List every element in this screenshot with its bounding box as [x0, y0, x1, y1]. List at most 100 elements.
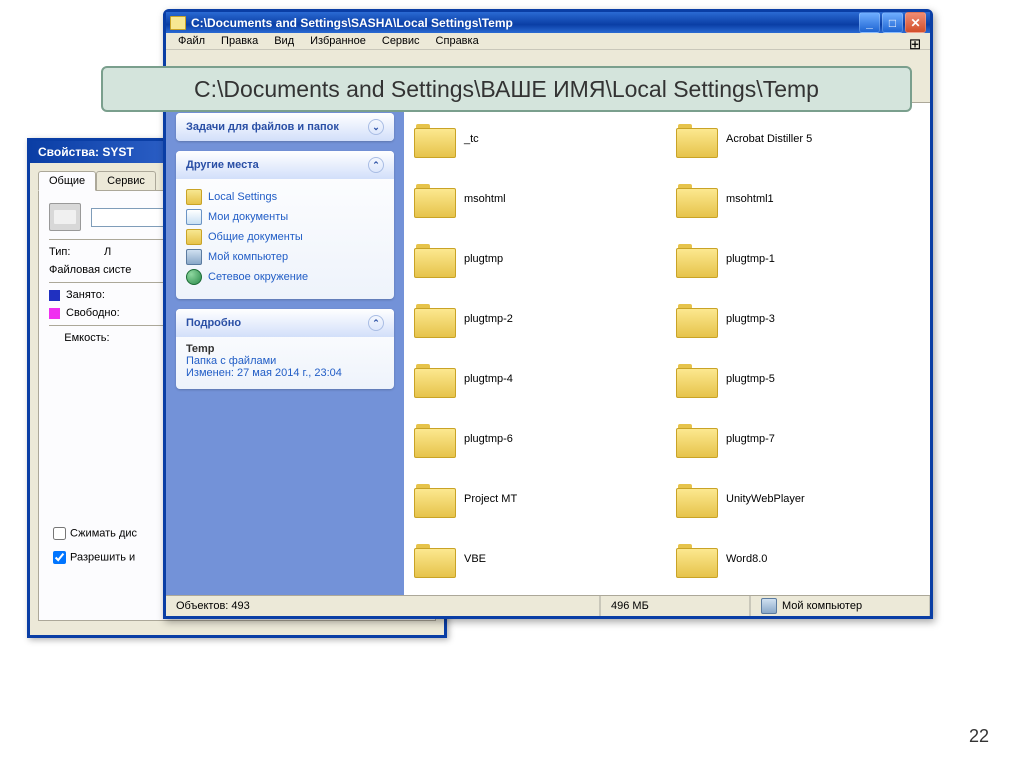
- folder-icon: [676, 481, 716, 517]
- shared-docs-icon: [186, 229, 202, 245]
- folder-label: _tc: [464, 133, 479, 145]
- tab-general[interactable]: Общие: [38, 171, 96, 191]
- titlebar-folder-icon: [170, 16, 186, 30]
- folder-label: plugtmp: [464, 253, 503, 265]
- menu-file[interactable]: Файл: [172, 33, 211, 49]
- folder-icon: [414, 241, 454, 277]
- other-places-card: Другие места ⌃ Local Settings Мои докуме…: [176, 151, 394, 299]
- menu-view[interactable]: Вид: [268, 33, 300, 49]
- index-checkbox[interactable]: [53, 551, 66, 564]
- status-objects: Объектов: 493: [176, 600, 250, 612]
- folder-item[interactable]: Project MT: [410, 471, 662, 527]
- folder-label: msohtml1: [726, 193, 774, 205]
- folder-label: Project MT: [464, 493, 517, 505]
- folder-item[interactable]: plugtmp-2: [410, 291, 662, 347]
- tab-service[interactable]: Сервис: [96, 171, 156, 190]
- computer-icon: [761, 598, 777, 614]
- other-place-link[interactable]: Сетевое окружение: [186, 269, 384, 285]
- folder-label: plugtmp-7: [726, 433, 775, 445]
- compress-checkbox[interactable]: [53, 527, 66, 540]
- window-title: C:\Documents and Settings\SASHA\Local Se…: [191, 16, 513, 30]
- collapse-icon[interactable]: ⌃: [368, 157, 384, 173]
- folder-label: Word8.0: [726, 553, 767, 565]
- folder-icon: [676, 181, 716, 217]
- other-place-link[interactable]: Мои документы: [186, 209, 384, 225]
- details-name: Temp: [186, 343, 215, 355]
- folder-label: plugtmp-6: [464, 433, 513, 445]
- tasks-card: Задачи для файлов и папок ⌄: [176, 113, 394, 141]
- details-card: Подробно ⌃ Temp Папка с файлами Изменен:…: [176, 309, 394, 389]
- folder-icon: [414, 421, 454, 457]
- titlebar[interactable]: C:\Documents and Settings\SASHA\Local Se…: [166, 12, 930, 33]
- minimize-button[interactable]: _: [859, 12, 880, 33]
- status-size: 496 МБ: [611, 600, 649, 612]
- status-location: Мой компьютер: [782, 600, 862, 612]
- other-place-link[interactable]: Local Settings: [186, 189, 384, 205]
- type-label: Тип:: [49, 246, 70, 258]
- folder-item[interactable]: Word8.0: [672, 531, 924, 587]
- folder-icon: [414, 181, 454, 217]
- file-list[interactable]: _tc Acrobat Distiller 5 msohtml msohtml1 plu…: [404, 103, 930, 595]
- folder-item[interactable]: _tc: [410, 111, 662, 167]
- folder-item[interactable]: plugtmp-4: [410, 351, 662, 407]
- folder-label: UnityWebPlayer: [726, 493, 805, 505]
- expand-icon[interactable]: ⌄: [368, 119, 384, 135]
- menu-favorites[interactable]: Избранное: [304, 33, 372, 49]
- folder-item[interactable]: VBE: [410, 531, 662, 587]
- menubar: Файл Правка Вид Избранное Сервис Справка…: [166, 33, 930, 50]
- folder-icon: [676, 241, 716, 277]
- details-type: Папка с файлами: [186, 355, 276, 367]
- drive-icon: [49, 203, 81, 231]
- folder-label: msohtml: [464, 193, 506, 205]
- documents-icon: [186, 209, 202, 225]
- slide-number: 22: [969, 726, 989, 747]
- folder-icon: [414, 301, 454, 337]
- collapse-icon[interactable]: ⌃: [368, 315, 384, 331]
- folder-label: plugtmp-5: [726, 373, 775, 385]
- folder-label: VBE: [464, 553, 486, 565]
- fs-label: Файловая систе: [49, 264, 131, 276]
- busy-label: Занято:: [66, 289, 105, 301]
- network-icon: [186, 269, 202, 285]
- menu-help[interactable]: Справка: [430, 33, 485, 49]
- other-place-link[interactable]: Мой компьютер: [186, 249, 384, 265]
- folder-item[interactable]: plugtmp-5: [672, 351, 924, 407]
- folder-icon: [414, 361, 454, 397]
- folder-label: plugtmp-1: [726, 253, 775, 265]
- folder-item[interactable]: plugtmp: [410, 231, 662, 287]
- folder-item[interactable]: msohtml1: [672, 171, 924, 227]
- folder-label: plugtmp-3: [726, 313, 775, 325]
- folder-icon: [414, 541, 454, 577]
- details-modified: Изменен: 27 мая 2014 г., 23:04: [186, 367, 342, 379]
- folder-icon: [676, 301, 716, 337]
- path-banner: C:\Documents and Settings\ВАШЕ ИМЯ\Local…: [101, 66, 912, 112]
- folder-item[interactable]: plugtmp-6: [410, 411, 662, 467]
- menu-tools[interactable]: Сервис: [376, 33, 426, 49]
- details-header: Подробно: [186, 317, 241, 329]
- tasks-header: Задачи для файлов и папок: [186, 121, 339, 133]
- folder-icon: [676, 421, 716, 457]
- windows-flag-icon: ⊞: [904, 34, 926, 54]
- menu-edit[interactable]: Правка: [215, 33, 264, 49]
- other-place-link[interactable]: Общие документы: [186, 229, 384, 245]
- folder-label: plugtmp-2: [464, 313, 513, 325]
- statusbar: Объектов: 493 496 МБ Мой компьютер: [166, 595, 930, 616]
- maximize-button[interactable]: □: [882, 12, 903, 33]
- computer-icon: [186, 249, 202, 265]
- close-button[interactable]: ✕: [905, 12, 926, 33]
- folder-icon: [676, 361, 716, 397]
- folder-item[interactable]: plugtmp-3: [672, 291, 924, 347]
- folder-icon: [414, 481, 454, 517]
- capacity-label: Емкость:: [64, 332, 109, 344]
- folder-label: plugtmp-4: [464, 373, 513, 385]
- folder-label: Acrobat Distiller 5: [726, 133, 812, 145]
- folder-item[interactable]: Acrobat Distiller 5: [672, 111, 924, 167]
- folder-item[interactable]: msohtml: [410, 171, 662, 227]
- folder-item[interactable]: plugtmp-7: [672, 411, 924, 467]
- folder-item[interactable]: plugtmp-1: [672, 231, 924, 287]
- other-places-header: Другие места: [186, 159, 259, 171]
- type-value: Л: [104, 246, 111, 258]
- folder-item[interactable]: UnityWebPlayer: [672, 471, 924, 527]
- busy-swatch: [49, 290, 60, 301]
- free-swatch: [49, 308, 60, 319]
